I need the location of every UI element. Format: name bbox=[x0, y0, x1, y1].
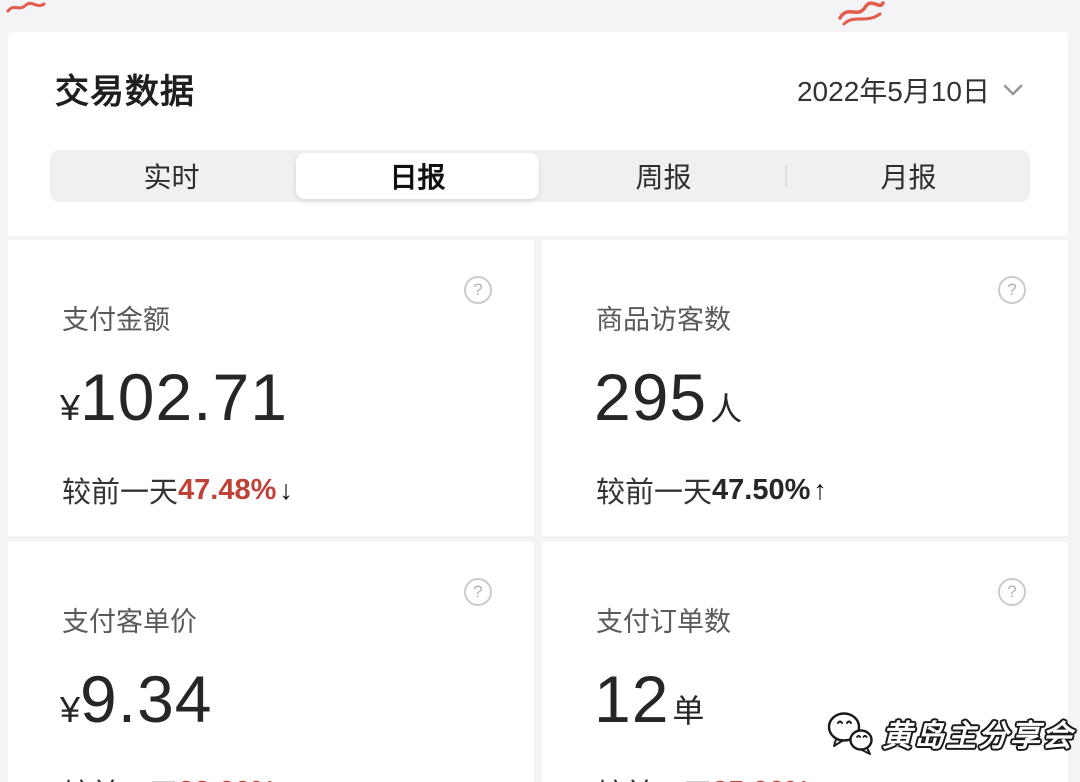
compare-label: 较前一天 bbox=[596, 771, 712, 782]
change-percent: 47.48% bbox=[178, 473, 277, 506]
card-payment-amount: ? 支付金额 ¥102.71 较前一天 47.48% ↓ bbox=[8, 240, 534, 536]
up-arrow-icon: ↑ bbox=[813, 474, 827, 505]
metric-value: 295 人 bbox=[594, 359, 1068, 435]
compare-label: 较前一天 bbox=[596, 477, 713, 509]
metric-value: ¥102.71 bbox=[60, 359, 534, 435]
value-number: 102.71 bbox=[80, 360, 288, 434]
date-picker[interactable]: 2022年5月10日 bbox=[797, 70, 1024, 110]
tab-daily[interactable]: 日报 bbox=[296, 153, 539, 199]
metric-label: 支付客单价 bbox=[62, 607, 197, 637]
metric-cards-grid: ? 支付金额 ¥102.71 较前一天 47.48% ↓ ? 商品访客数 295 人 … bbox=[8, 240, 1068, 782]
metric-label: 支付金额 bbox=[62, 305, 170, 335]
red-scribble-top-right bbox=[838, 1, 885, 26]
wechat-icon bbox=[827, 712, 873, 755]
watermark: 黄岛主分享会 bbox=[826, 710, 1074, 756]
value-unit: 单 bbox=[672, 693, 705, 729]
value-number: 9.34 bbox=[80, 662, 213, 736]
value-unit: 人 bbox=[710, 391, 743, 427]
report-period-tabs: 实时 日报 周报 月报 bbox=[50, 150, 1030, 202]
currency-symbol: ¥ bbox=[60, 689, 81, 730]
tab-weekly[interactable]: 周报 bbox=[542, 150, 785, 202]
change-row: 较前一天 47.48% ↓ bbox=[62, 469, 534, 511]
change-row: 较前一天23.60%↓ bbox=[62, 771, 534, 782]
value-number: 12 bbox=[594, 662, 670, 736]
chevron-down-icon bbox=[1003, 84, 1023, 96]
date-value: 2022年5月10日 bbox=[796, 76, 990, 107]
metric-value: ¥9.34 bbox=[60, 661, 534, 737]
change-percent: 23.60% bbox=[178, 776, 276, 782]
help-icon[interactable]: ? bbox=[998, 578, 1026, 606]
transaction-dashboard: 交易数据 2022年5月10日 实时 日报 周报 月报 ? 支付金额 ¥102.… bbox=[0, 0, 1080, 782]
help-icon[interactable]: ? bbox=[464, 578, 492, 606]
header-card: 交易数据 2022年5月10日 实时 日报 周报 月报 bbox=[8, 32, 1068, 236]
change-row: 较前一天25.00%↓ bbox=[596, 771, 1068, 782]
tab-realtime[interactable]: 实时 bbox=[50, 150, 293, 202]
down-arrow-icon: ↓ bbox=[279, 777, 293, 782]
watermark-text: 黄岛主分享会 bbox=[882, 720, 1074, 753]
help-icon[interactable]: ? bbox=[998, 276, 1026, 304]
value-number: 295 bbox=[594, 360, 708, 434]
change-percent: 25.00% bbox=[712, 776, 810, 782]
page-title: 交易数据 bbox=[55, 73, 195, 111]
currency-symbol: ¥ bbox=[60, 387, 81, 428]
metric-label: 商品访客数 bbox=[596, 305, 731, 335]
down-arrow-icon: ↓ bbox=[279, 474, 293, 505]
card-payment-per-customer: ? 支付客单价 ¥9.34 较前一天23.60%↓ bbox=[8, 542, 534, 782]
change-percent: 47.50% bbox=[712, 473, 811, 506]
metric-label: 支付订单数 bbox=[596, 607, 731, 637]
card-product-visitors: ? 商品访客数 295 人 较前一天 47.50% ↑ bbox=[542, 240, 1068, 536]
compare-label: 较前一天 bbox=[62, 771, 178, 782]
help-icon[interactable]: ? bbox=[464, 276, 492, 304]
down-arrow-icon: ↓ bbox=[813, 777, 827, 782]
compare-label: 较前一天 bbox=[62, 477, 179, 509]
red-scribble-top-left bbox=[6, 1, 46, 13]
change-row: 较前一天 47.50% ↑ bbox=[596, 469, 1068, 511]
tab-monthly[interactable]: 月报 bbox=[787, 150, 1030, 202]
